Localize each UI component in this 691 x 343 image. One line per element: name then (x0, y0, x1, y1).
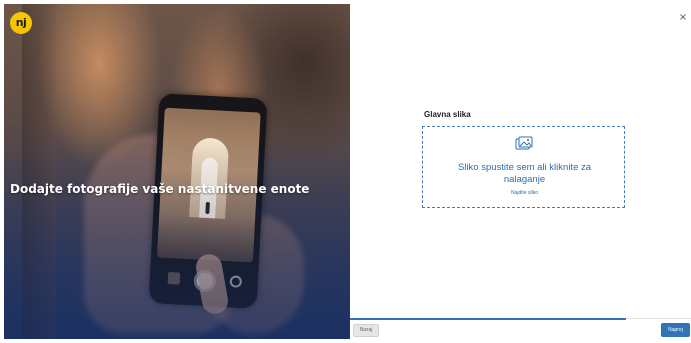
hero-overlay (4, 4, 350, 339)
progress-track (626, 318, 691, 319)
image-icon (515, 136, 533, 150)
close-button[interactable]: × (677, 12, 689, 24)
hero-title: Dodajte fotografije vaše nastanitvene en… (10, 182, 310, 196)
main-image-label: Glavna slika (424, 110, 471, 119)
hero-panel: nj Dodajte fotografije vaše nastanitvene… (4, 4, 350, 339)
brand-logo[interactable]: nj (10, 12, 32, 34)
back-button[interactable]: Nazaj (353, 324, 379, 337)
progress-bar (350, 318, 626, 320)
dropzone-instructions: Sliko spustite sem ali kliknite za nalag… (457, 162, 592, 185)
next-button[interactable]: Naprej (661, 323, 690, 337)
find-image-link[interactable]: Najdite sliko (423, 190, 626, 196)
image-dropzone[interactable]: Sliko spustite sem ali kliknite za nalag… (422, 126, 625, 208)
